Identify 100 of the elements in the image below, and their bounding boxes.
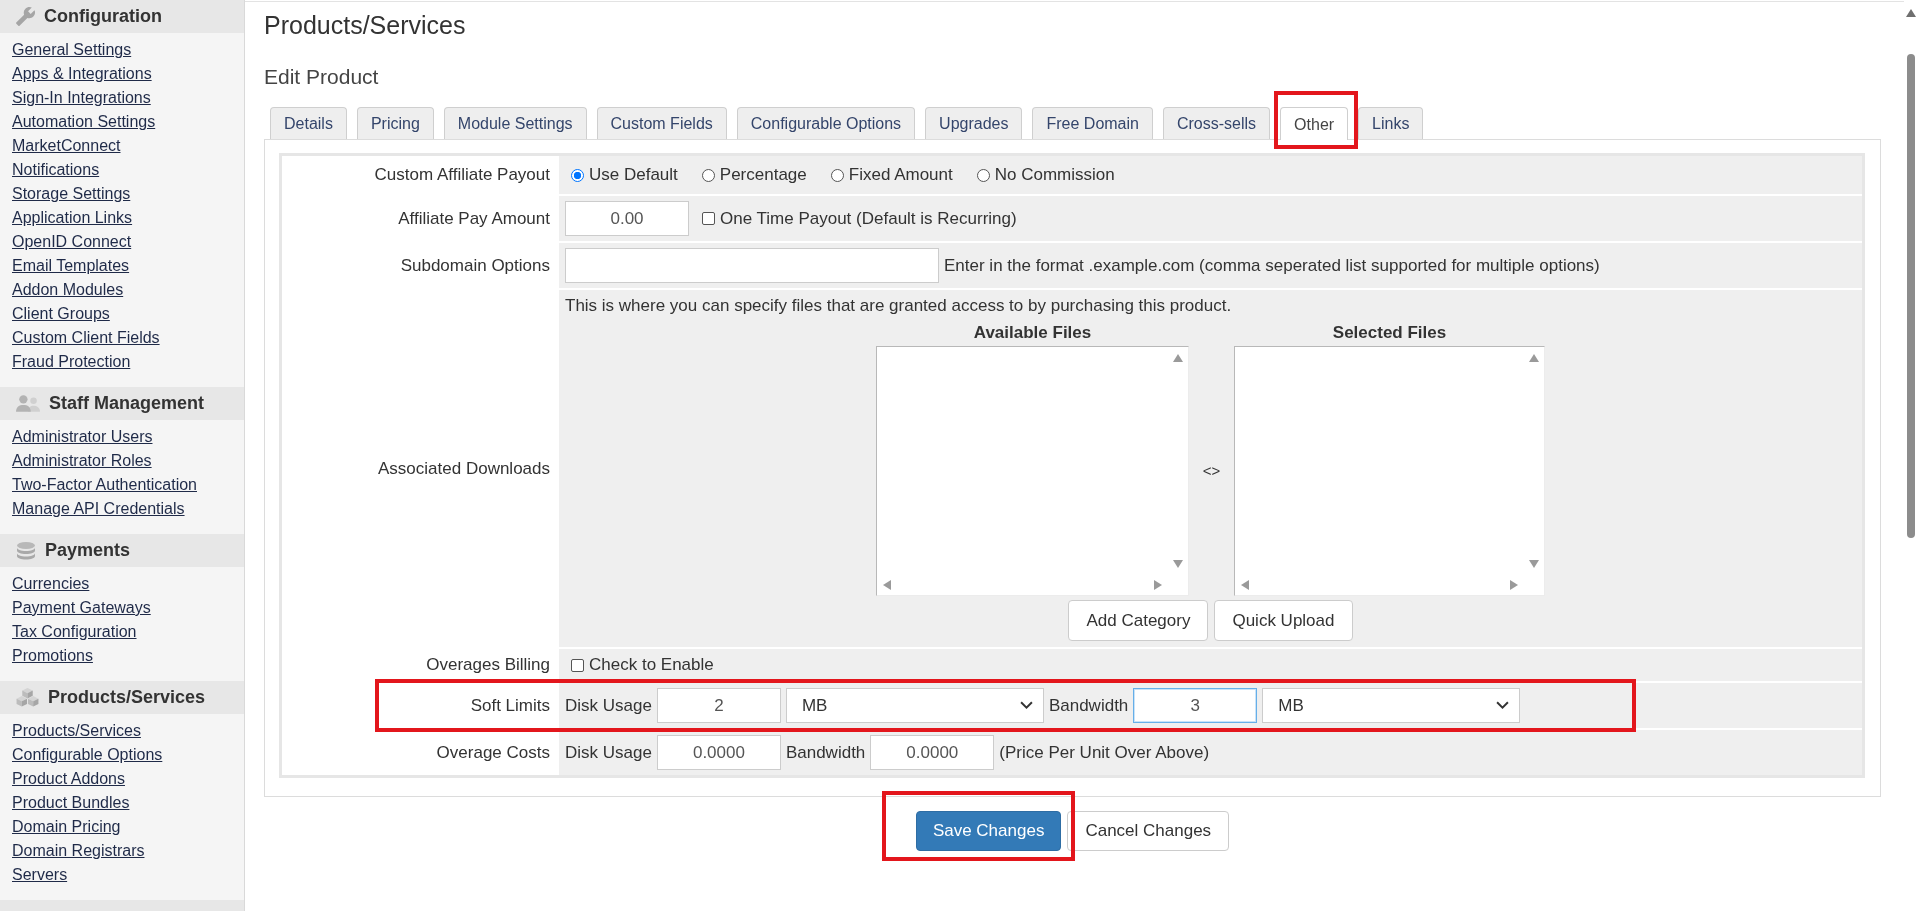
sidebar-link[interactable]: Fraud Protection xyxy=(12,350,131,374)
inline-label: Bandwidth xyxy=(785,741,866,764)
sidebar-section-title: Payments xyxy=(45,540,131,561)
text-input[interactable]: 0.00 xyxy=(565,201,689,236)
checkbox-label[interactable]: Check to Enable xyxy=(589,654,714,676)
inline-label: Disk Usage xyxy=(565,694,652,717)
scroll-right-arrow-icon xyxy=(1154,580,1162,590)
sidebar-link[interactable]: Email Templates xyxy=(12,254,130,278)
text-input[interactable]: 2 xyxy=(656,688,781,723)
sidebar-section-title: Products/Services xyxy=(48,687,206,708)
scroll-up-arrow-icon xyxy=(1173,354,1183,362)
field-label: Subdomain Options xyxy=(400,255,550,276)
chevron-down-icon xyxy=(1019,701,1033,710)
scroll-up-arrow-icon xyxy=(1906,9,1916,17)
field-label: Overages Billing xyxy=(426,655,550,675)
scroll-left-arrow-icon xyxy=(883,580,891,590)
text-input[interactable]: 3 xyxy=(1133,688,1258,723)
sidebar-link[interactable]: Custom Client Fields xyxy=(12,326,160,350)
hint-text: (Price Per Unit Over Above) xyxy=(999,741,1210,764)
sidebar-link[interactable]: Apps & Integrations xyxy=(12,62,152,86)
tab[interactable]: Links xyxy=(1358,107,1424,139)
sidebar-link[interactable]: Tax Configuration xyxy=(12,620,137,644)
sidebar-link[interactable]: OpenID Connect xyxy=(12,230,132,254)
radio-label[interactable]: Percentage xyxy=(719,161,807,189)
radio-button[interactable] xyxy=(830,168,844,182)
unit-dropdown[interactable]: MB xyxy=(1262,688,1521,723)
inline-label: Bandwidth xyxy=(1048,694,1129,717)
radio-button[interactable] xyxy=(701,168,715,182)
sidebar-link[interactable]: Addon Modules xyxy=(12,278,124,302)
tab[interactable]: Cross-sells xyxy=(1162,107,1271,139)
save-button[interactable]: Save Changes xyxy=(915,811,1062,851)
sidebar-link[interactable]: Products/Services xyxy=(12,719,141,743)
wrench-icon xyxy=(16,7,35,26)
text-input[interactable]: 0.0000 xyxy=(870,735,995,770)
field-label: Associated Downloads xyxy=(378,458,550,479)
cancel-button[interactable]: Cancel Changes xyxy=(1067,811,1230,851)
chevron-down-icon xyxy=(1496,701,1510,710)
quick-upload-button[interactable]: Quick Upload xyxy=(1214,600,1353,641)
sidebar-link[interactable]: Product Addons xyxy=(12,767,125,791)
cubes-icon xyxy=(16,688,39,707)
tab[interactable]: Configurable Options xyxy=(736,107,916,139)
sidebar-link[interactable]: Client Groups xyxy=(12,302,110,326)
list-heading: Available Files xyxy=(973,323,1092,343)
radio-label[interactable]: Fixed Amount xyxy=(848,161,953,189)
sidebar-link[interactable]: Domain Pricing xyxy=(12,815,121,839)
sidebar-link[interactable]: Sign-In Integrations xyxy=(12,86,151,110)
text-input[interactable] xyxy=(565,248,939,283)
scroll-left-arrow-icon xyxy=(1241,580,1249,590)
page-subtitle: Edit Product xyxy=(264,64,379,90)
radio-button[interactable] xyxy=(976,168,990,182)
sidebar-link[interactable]: Manage API Credentials xyxy=(12,497,185,521)
checkbox[interactable] xyxy=(571,658,584,672)
sidebar-link[interactable]: Promotions xyxy=(12,644,93,668)
sidebar-section-title: Configuration xyxy=(44,6,162,27)
radio-button[interactable] xyxy=(571,168,584,182)
sidebar-link[interactable]: General Settings xyxy=(12,38,132,62)
sidebar-link[interactable]: Currencies xyxy=(12,572,90,596)
scrollbar-thumb[interactable] xyxy=(1907,54,1915,538)
description-text: This is where you can specify files that are granted access to by purchasing this product. xyxy=(565,295,1232,317)
list-heading: Selected Files xyxy=(1332,323,1447,343)
tab[interactable]: Free Domain xyxy=(1032,107,1153,139)
sidebar-link[interactable]: Automation Settings xyxy=(12,110,156,134)
tab[interactable]: Other xyxy=(1280,107,1349,140)
transfer-label: <> xyxy=(1202,461,1221,481)
tab[interactable]: Custom Fields xyxy=(596,107,727,139)
sidebar-link[interactable]: Servers xyxy=(12,863,68,887)
radio-label[interactable]: Use Default xyxy=(589,161,678,189)
inline-label: Disk Usage xyxy=(565,741,652,764)
sidebar-link[interactable]: Administrator Roles xyxy=(12,449,152,473)
sidebar-link[interactable]: Payment Gateways xyxy=(12,596,151,620)
tab[interactable]: Module Settings xyxy=(443,107,587,139)
coins-icon xyxy=(16,541,36,560)
sidebar-link[interactable]: Storage Settings xyxy=(12,182,131,206)
sidebar-link[interactable]: MarketConnect xyxy=(12,134,121,158)
field-label: Overage Costs xyxy=(436,742,550,763)
field-label: Affiliate Pay Amount xyxy=(398,208,550,229)
people-icon xyxy=(16,395,40,412)
sidebar-link[interactable]: Application Links xyxy=(12,206,133,230)
sidebar-link[interactable]: Product Bundles xyxy=(12,791,130,815)
radio-label[interactable]: No Commission xyxy=(994,161,1115,189)
field-label: Custom Affiliate Payout xyxy=(374,165,550,185)
add-category-button[interactable]: Add Category xyxy=(1068,600,1209,641)
sidebar-link[interactable]: Configurable Options xyxy=(12,743,163,767)
scroll-down-arrow-icon xyxy=(1173,560,1183,568)
scroll-right-arrow-icon xyxy=(1510,580,1518,590)
sidebar-link[interactable]: Administrator Users xyxy=(12,425,153,449)
tab[interactable]: Details xyxy=(270,107,347,139)
tab[interactable]: Pricing xyxy=(356,107,434,139)
checkbox[interactable] xyxy=(702,212,715,225)
sidebar-link[interactable]: Domain Registrars xyxy=(12,839,145,863)
unit-dropdown[interactable]: MB xyxy=(785,688,1044,723)
sidebar-link[interactable]: Two-Factor Authentication xyxy=(12,473,197,497)
checkbox-label[interactable]: One Time Payout (Default is Recurring) xyxy=(720,207,1017,230)
page-title: Products/Services xyxy=(264,10,466,40)
field-label: Soft Limits xyxy=(470,695,550,716)
sidebar-section-title: Staff Management xyxy=(49,393,205,414)
sidebar-link[interactable]: Notifications xyxy=(12,158,100,182)
text-input[interactable]: 0.0000 xyxy=(656,735,781,770)
scroll-down-arrow-icon xyxy=(1529,560,1539,568)
tab[interactable]: Upgrades xyxy=(925,107,1023,139)
